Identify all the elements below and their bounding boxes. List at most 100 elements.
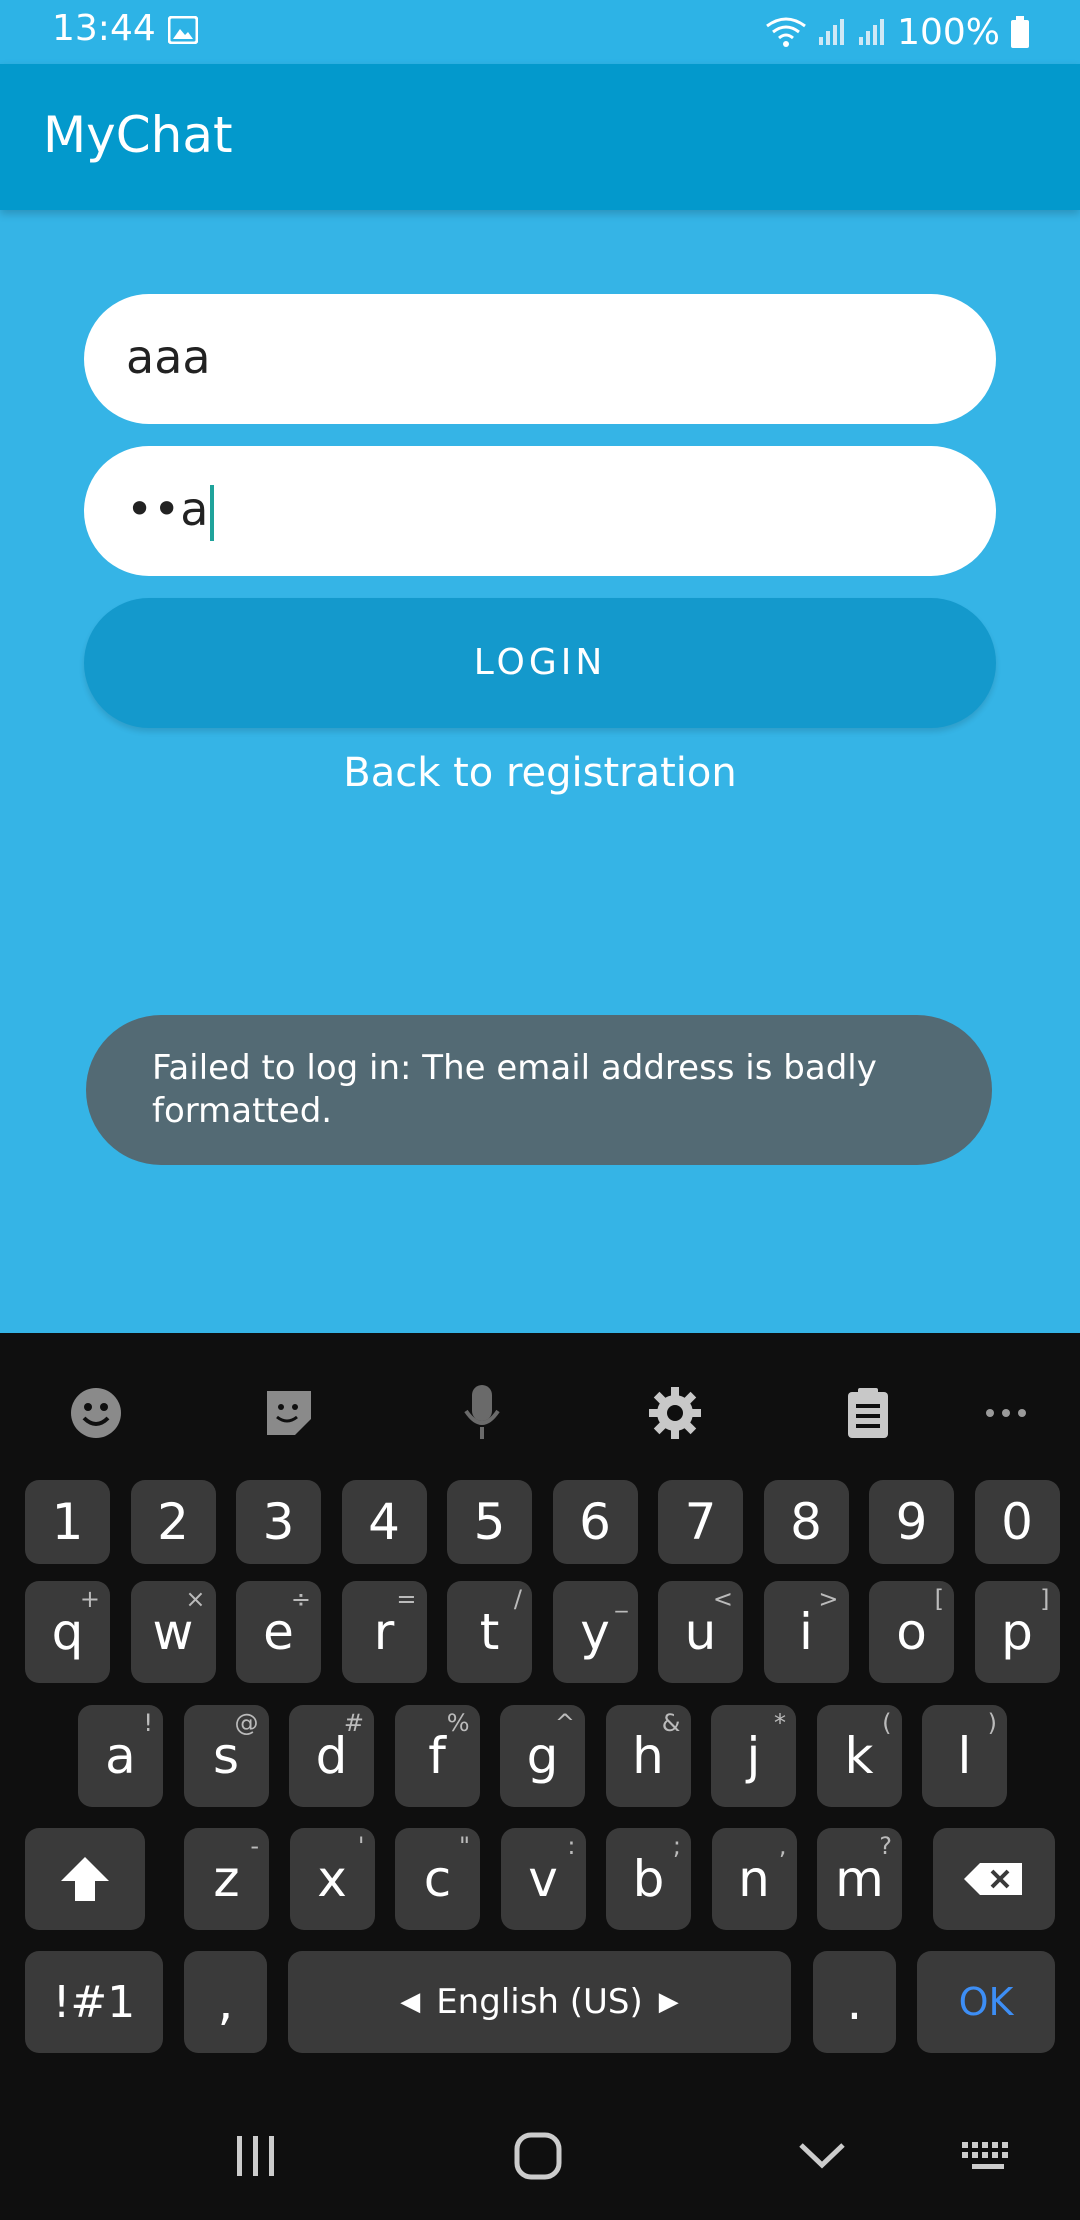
key-a-label: a bbox=[105, 1727, 136, 1785]
password-field[interactable]: ••a bbox=[84, 446, 996, 576]
key-b-secondary-label: ; bbox=[672, 1832, 681, 1860]
key-f[interactable]: f% bbox=[394, 1705, 480, 1807]
key-9[interactable]: 9 bbox=[869, 1480, 954, 1564]
key-i-label: i bbox=[799, 1603, 813, 1661]
more-icon[interactable] bbox=[970, 1377, 1042, 1449]
key-e-secondary-label: ÷ bbox=[290, 1585, 311, 1613]
key-r-label: r bbox=[373, 1603, 395, 1661]
key-x-label: x bbox=[317, 1850, 347, 1908]
key-v-label: v bbox=[528, 1850, 558, 1908]
space-key[interactable]: ◀ English (US) ▶ bbox=[288, 1951, 791, 2053]
back-to-registration-link[interactable]: Back to registration bbox=[0, 750, 1080, 796]
key-h-secondary-label: & bbox=[661, 1709, 681, 1737]
key-e[interactable]: e ÷ bbox=[236, 1581, 321, 1683]
password-value-wrap: ••a bbox=[126, 482, 215, 541]
key-w-secondary-label: × bbox=[185, 1585, 206, 1613]
gear-icon[interactable] bbox=[639, 1377, 711, 1449]
symbols-key[interactable]: !#1 bbox=[25, 1951, 163, 2053]
keyboard-switch-icon[interactable] bbox=[958, 2126, 1018, 2186]
key-k[interactable]: k( bbox=[816, 1705, 902, 1807]
key-b[interactable]: b; bbox=[606, 1828, 691, 1930]
key-r[interactable]: r = bbox=[341, 1581, 427, 1683]
space-key-label: English (US) bbox=[436, 1982, 643, 2022]
key-h[interactable]: h & bbox=[605, 1705, 691, 1807]
key-a[interactable]: a! bbox=[78, 1705, 163, 1807]
key-6-label: 6 bbox=[579, 1493, 611, 1551]
key-i[interactable]: i > bbox=[763, 1581, 849, 1683]
key-m[interactable]: m? bbox=[817, 1828, 902, 1930]
key-6[interactable]: 6 bbox=[552, 1480, 638, 1564]
key-z-label: z bbox=[213, 1850, 240, 1908]
home-icon[interactable] bbox=[508, 2126, 568, 2186]
key-o[interactable]: o[ bbox=[869, 1581, 954, 1683]
ok-key-label: OK bbox=[958, 1980, 1014, 2024]
clipboard-icon[interactable] bbox=[832, 1377, 904, 1449]
comma-key-label: , bbox=[217, 1973, 234, 2031]
key-w[interactable]: w × bbox=[130, 1581, 216, 1683]
key-v[interactable]: v: bbox=[500, 1828, 586, 1930]
key-7[interactable]: 7 bbox=[658, 1480, 743, 1564]
battery-icon bbox=[1011, 16, 1029, 48]
comma-key[interactable]: , bbox=[184, 1951, 267, 2053]
sticker-icon[interactable] bbox=[253, 1377, 325, 1449]
key-y-secondary-label: _ bbox=[615, 1585, 628, 1613]
key-1[interactable]: 1 bbox=[25, 1480, 110, 1564]
recent-apps-icon[interactable] bbox=[226, 2126, 286, 2186]
key-i-secondary-label: > bbox=[818, 1585, 839, 1613]
ok-key[interactable]: OK bbox=[917, 1951, 1055, 2053]
key-4[interactable]: 4 bbox=[341, 1480, 427, 1564]
image-notification-icon bbox=[168, 16, 198, 44]
key-l[interactable]: l) bbox=[922, 1705, 1007, 1807]
status-time: 13:44 bbox=[52, 8, 156, 49]
key-k-secondary-label: ( bbox=[882, 1709, 892, 1737]
key-z-secondary-label: - bbox=[250, 1832, 259, 1860]
space-right-arrow-icon: ▶ bbox=[658, 1987, 679, 2017]
period-key[interactable]: . bbox=[813, 1951, 896, 2053]
space-left-arrow-icon: ◀ bbox=[400, 1987, 421, 2017]
key-7-label: 7 bbox=[684, 1493, 717, 1551]
back-chevron-icon[interactable] bbox=[792, 2126, 852, 2186]
backspace-key[interactable] bbox=[933, 1828, 1055, 1930]
key-p[interactable]: p] bbox=[974, 1581, 1060, 1683]
key-y-label: y bbox=[580, 1603, 610, 1661]
key-x[interactable]: x ' bbox=[289, 1828, 375, 1930]
login-button[interactable]: LOGIN bbox=[84, 598, 996, 728]
email-field[interactable]: aaa bbox=[84, 294, 996, 424]
symbols-key-label: !#1 bbox=[52, 1976, 136, 2028]
key-l-secondary-label: ) bbox=[987, 1709, 997, 1737]
key-e-label: e bbox=[263, 1603, 294, 1661]
key-t[interactable]: t / bbox=[447, 1581, 532, 1683]
key-3[interactable]: 3 bbox=[236, 1480, 321, 1564]
key-j[interactable]: j * bbox=[711, 1705, 796, 1807]
key-c-label: c bbox=[423, 1850, 452, 1908]
status-right: 100% bbox=[765, 8, 1030, 56]
key-n-label: n bbox=[738, 1850, 770, 1908]
key-u[interactable]: u < bbox=[658, 1581, 743, 1683]
key-1-label: 1 bbox=[51, 1493, 84, 1551]
key-2[interactable]: 2 bbox=[130, 1480, 216, 1564]
emoji-icon[interactable] bbox=[60, 1377, 132, 1449]
key-s[interactable]: s @ bbox=[183, 1705, 269, 1807]
key-8[interactable]: 8 bbox=[763, 1480, 849, 1564]
microphone-icon[interactable] bbox=[446, 1377, 518, 1449]
key-p-secondary-label: ] bbox=[1040, 1585, 1050, 1613]
battery-percent: 100% bbox=[897, 11, 1000, 53]
toast-message: Failed to log in: The email address is b… bbox=[152, 1048, 877, 1131]
key-q[interactable]: q + bbox=[25, 1581, 110, 1683]
key-y[interactable]: y _ bbox=[552, 1581, 638, 1683]
key-0[interactable]: 0 bbox=[974, 1480, 1060, 1564]
key-d[interactable]: d # bbox=[289, 1705, 374, 1807]
key-o-secondary-label: [ bbox=[934, 1585, 944, 1613]
shift-key[interactable] bbox=[25, 1828, 145, 1930]
key-a-secondary-label: ! bbox=[143, 1709, 153, 1737]
key-c-secondary-label: " bbox=[458, 1832, 470, 1860]
key-u-secondary-label: < bbox=[712, 1585, 733, 1613]
key-n[interactable]: n, bbox=[711, 1828, 797, 1930]
key-s-secondary-label: @ bbox=[234, 1709, 259, 1737]
key-g-label: g bbox=[526, 1727, 559, 1785]
key-5[interactable]: 5 bbox=[447, 1480, 532, 1564]
key-c[interactable]: c " bbox=[395, 1828, 480, 1930]
error-toast: Failed to log in: The email address is b… bbox=[86, 1015, 992, 1165]
key-g[interactable]: g ^ bbox=[500, 1705, 585, 1807]
key-z[interactable]: z- bbox=[184, 1828, 269, 1930]
